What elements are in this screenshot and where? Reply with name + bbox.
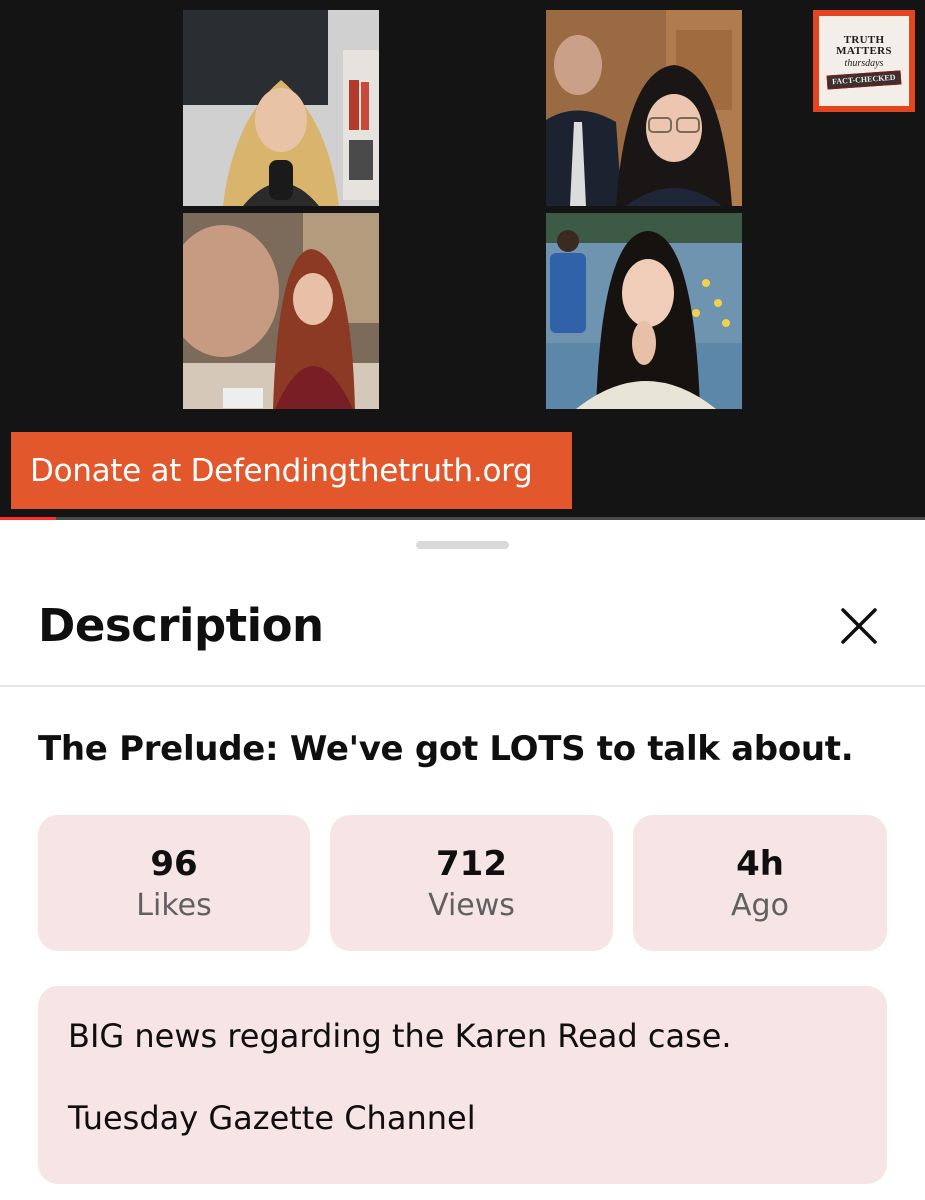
video-progress-fill	[0, 517, 56, 520]
close-icon	[841, 608, 877, 644]
views-label: Views	[428, 887, 515, 923]
likes-label: Likes	[136, 887, 212, 923]
video-player[interactable]: TRUTH MATTERS thursdays FACT-CHECKED Don…	[0, 0, 925, 520]
views-count: 712	[436, 843, 507, 884]
description-box: BIG news regarding the Karen Read case. …	[38, 986, 887, 1184]
show-logo-card: TRUTH MATTERS thursdays FACT-CHECKED	[819, 16, 909, 106]
participant-video-2	[546, 10, 742, 206]
participant-tile-3	[183, 213, 379, 409]
donate-banner: Donate at Defendingthetruth.org	[11, 432, 572, 509]
participant-tile-2	[546, 10, 742, 206]
age-value: 4h	[736, 843, 784, 884]
logo-line-3: thursdays	[844, 58, 884, 69]
description-line-2: Tuesday Gazette Channel	[68, 1099, 476, 1137]
age-label: Ago	[731, 887, 789, 923]
participant-tile-1	[183, 10, 379, 206]
sheet-drag-handle[interactable]	[416, 541, 509, 549]
participant-tile-4	[546, 213, 742, 409]
video-title: The Prelude: We've got LOTS to talk abou…	[38, 729, 854, 769]
participant-video-4	[546, 213, 742, 409]
views-stat: 712 Views	[330, 815, 613, 951]
fact-checked-stamp: FACT-CHECKED	[826, 70, 902, 90]
age-stat: 4h Ago	[633, 815, 887, 951]
logo-line-2: MATTERS	[836, 45, 892, 57]
description-sheet: Description The Prelude: We've got LOTS …	[0, 521, 925, 1200]
close-button[interactable]	[838, 605, 880, 647]
video-progress-bar[interactable]	[0, 517, 925, 520]
likes-stat: 96 Likes	[38, 815, 310, 951]
likes-count: 96	[150, 843, 198, 884]
header-divider	[0, 685, 925, 687]
donate-text: Donate at Defendingthetruth.org	[30, 452, 533, 489]
show-logo: TRUTH MATTERS thursdays FACT-CHECKED	[813, 10, 915, 112]
sheet-title: Description	[38, 599, 324, 652]
participant-video-1	[183, 10, 379, 206]
description-line-1: BIG news regarding the Karen Read case.	[68, 1017, 732, 1055]
participant-video-3	[183, 213, 379, 409]
